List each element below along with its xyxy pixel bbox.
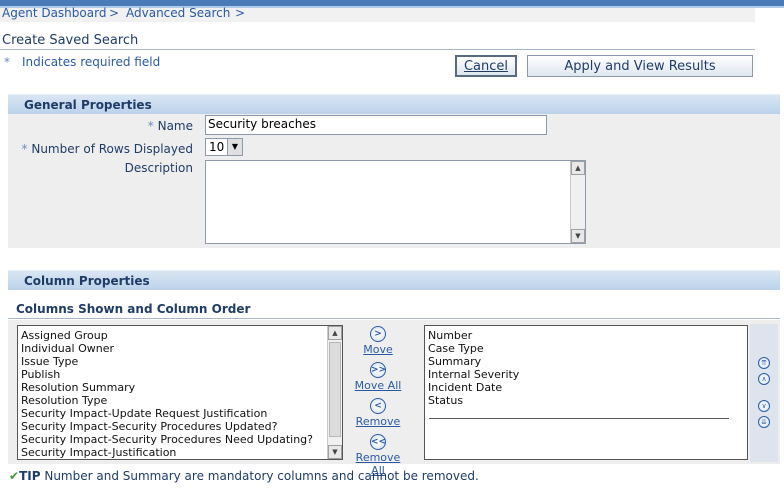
column-properties-header: Column Properties — [8, 270, 780, 290]
available-column-item[interactable]: Individual Owner — [18, 342, 342, 355]
tip-label: TIP — [19, 469, 41, 483]
move-down-icon[interactable]: ∨ — [758, 400, 770, 412]
available-column-item[interactable]: Security Impact-Update Request Justifica… — [18, 407, 342, 420]
remove-icon[interactable]: < — [370, 398, 386, 414]
available-column-item[interactable]: Resolution Summary — [18, 381, 342, 394]
list-divider — [429, 418, 729, 419]
required-star-icon: * — [21, 142, 28, 156]
rows-displayed-label-text: Number of Rows Displayed — [31, 142, 193, 156]
breadcrumb-advanced-search[interactable]: Advanced Search — [126, 6, 230, 20]
scroll-up-icon[interactable]: ▲ — [571, 161, 585, 175]
cancel-button[interactable]: Cancel — [455, 55, 517, 77]
selected-column-item[interactable]: Number — [425, 329, 747, 342]
required-star-icon: * — [4, 55, 10, 69]
remove-button[interactable]: < Remove — [348, 397, 408, 428]
remove-all-icon[interactable]: << — [370, 434, 386, 450]
move-all-button[interactable]: >> Move All — [348, 361, 408, 392]
breadcrumb-separator: > — [109, 6, 120, 20]
breadcrumb-agent-dashboard[interactable]: Agent Dashboard — [2, 6, 106, 20]
rows-displayed-label: * Number of Rows Displayed — [0, 142, 193, 156]
move-up-icon[interactable]: ∧ — [758, 373, 770, 385]
scroll-up-icon[interactable]: ▲ — [328, 326, 342, 340]
checkmark-icon: ✔ — [9, 469, 20, 483]
name-input-value: Security breaches — [208, 117, 316, 131]
selected-column-item[interactable]: Summary — [425, 355, 747, 368]
available-column-item[interactable]: Resolution Type — [18, 394, 342, 407]
description-scrollbar[interactable]: ▲ ▼ — [570, 161, 585, 243]
selected-column-item[interactable]: Case Type — [425, 342, 747, 355]
selected-column-item[interactable]: Incident Date — [425, 381, 747, 394]
title-divider — [0, 49, 755, 50]
page-title: Create Saved Search — [2, 33, 139, 48]
apply-button-label: Apply and View Results — [564, 59, 716, 74]
available-column-item[interactable]: Security Impact-Justification — [18, 446, 342, 459]
scroll-thumb[interactable] — [329, 342, 341, 437]
subheader-divider — [8, 318, 780, 319]
move-icon[interactable]: > — [370, 326, 386, 342]
apply-and-view-results-button[interactable]: Apply and View Results — [527, 55, 753, 77]
scroll-down-icon[interactable]: ▼ — [328, 445, 342, 459]
cancel-button-label: Cancel — [463, 59, 509, 74]
available-column-item[interactable]: Publish — [18, 368, 342, 381]
general-properties-header: General Properties — [8, 94, 780, 114]
columns-shown-subheader: Columns Shown and Column Order — [16, 302, 251, 316]
general-properties-title: General Properties — [24, 98, 152, 112]
required-field-note: Indicates required field — [22, 55, 161, 69]
name-input[interactable]: Security breaches — [205, 115, 547, 135]
available-column-item[interactable]: Assigned Group — [18, 329, 342, 342]
move-all-link[interactable]: Move All — [348, 379, 408, 392]
move-to-top-icon[interactable]: ⇈ — [758, 357, 770, 369]
available-column-item[interactable]: Security Impact-Security Procedures Upda… — [18, 420, 342, 433]
remove-link[interactable]: Remove — [348, 415, 408, 428]
description-textarea[interactable]: ▲ ▼ — [205, 160, 586, 244]
available-columns-scrollbar[interactable]: ▲ ▼ — [327, 326, 342, 459]
reorder-panel — [750, 324, 778, 462]
selected-columns-items: Number Case Type Summary Internal Severity I… — [425, 329, 747, 407]
column-properties-title: Column Properties — [24, 274, 150, 288]
available-columns-list[interactable]: Assigned Group Individual Owner Issue Type… — [17, 325, 343, 460]
description-label: Description — [124, 161, 193, 175]
tip-text: Number and Summary are mandatory columns… — [44, 469, 479, 483]
rows-displayed-select[interactable]: 10 ▼ — [205, 138, 243, 156]
name-label-text: Name — [157, 119, 193, 133]
tip-note: ✔TIP Number and Summary are mandatory co… — [9, 469, 479, 483]
move-all-icon[interactable]: >> — [370, 362, 386, 378]
move-button[interactable]: > Move — [348, 325, 408, 356]
chevron-down-icon[interactable]: ▼ — [227, 139, 242, 155]
selected-columns-list[interactable]: Number Case Type Summary Internal Severity I… — [424, 325, 748, 460]
selected-column-item[interactable]: Status — [425, 394, 747, 407]
available-column-item[interactable]: Security Impact-Security Procedures Need… — [18, 433, 342, 446]
available-column-item[interactable]: Issue Type — [18, 355, 342, 368]
available-columns-items: Assigned Group Individual Owner Issue Type… — [18, 329, 342, 459]
move-link[interactable]: Move — [348, 343, 408, 356]
selected-column-item[interactable]: Internal Severity — [425, 368, 747, 381]
name-label: * Name — [0, 119, 193, 133]
breadcrumb-separator: > — [235, 6, 246, 20]
required-star-icon: * — [147, 119, 154, 133]
move-to-bottom-icon[interactable]: ⇊ — [758, 416, 770, 428]
scroll-down-icon[interactable]: ▼ — [571, 229, 585, 243]
rows-displayed-value: 10 — [209, 140, 225, 154]
